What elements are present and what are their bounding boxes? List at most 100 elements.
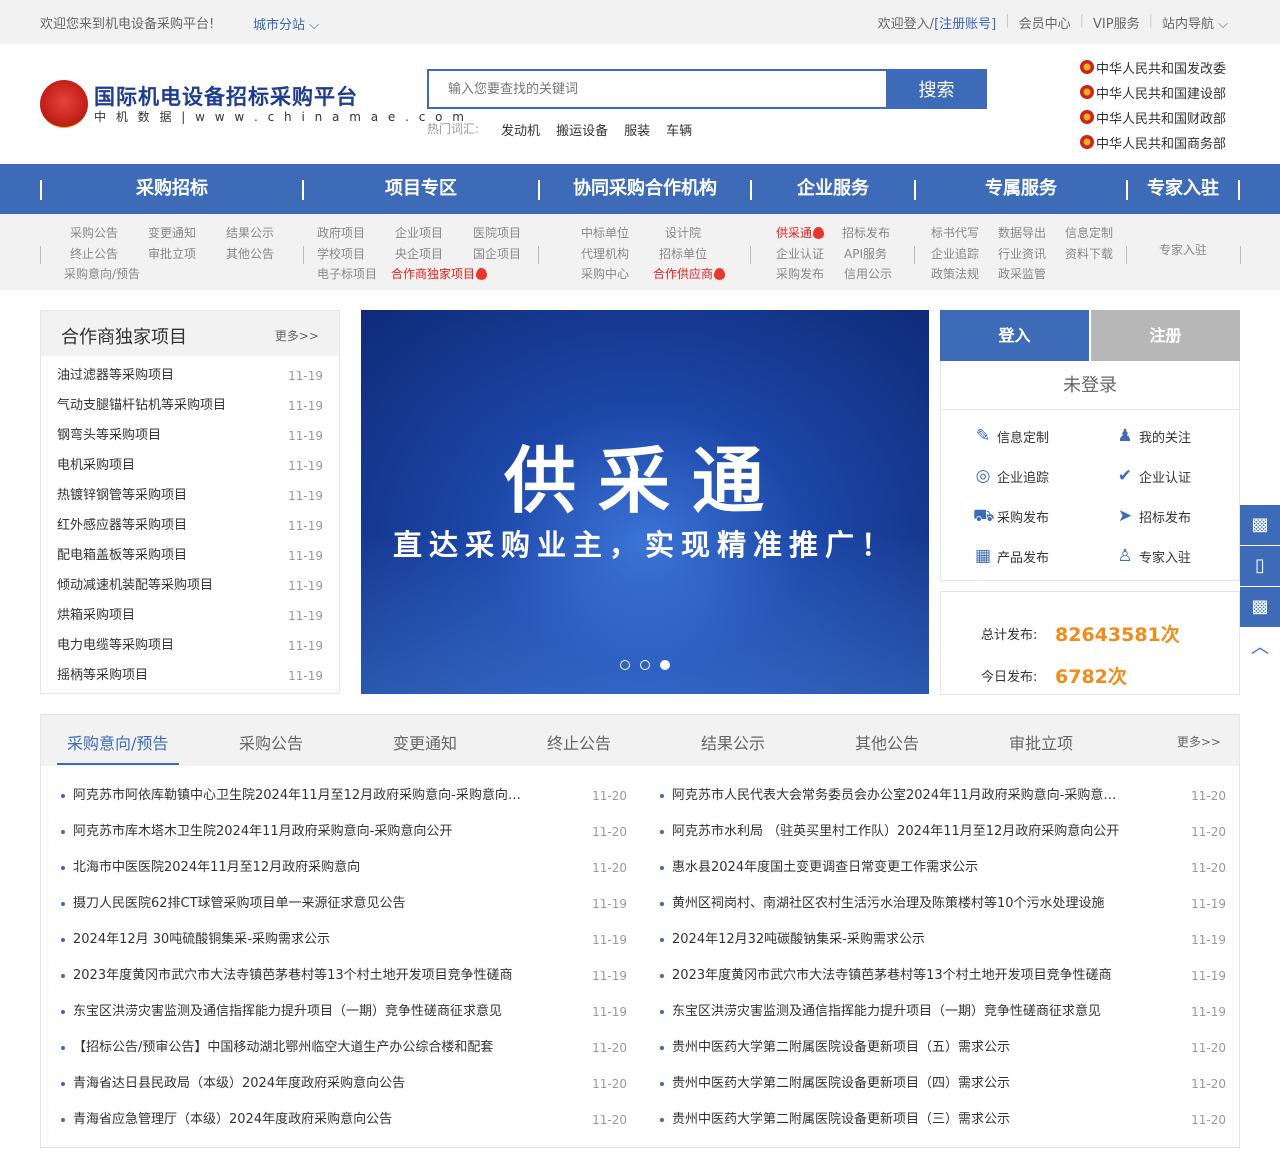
gov-link[interactable]: 中华人民共和国建设部 — [1080, 83, 1226, 102]
member-center-link[interactable]: 会员中心 — [1019, 13, 1071, 32]
carousel-dot[interactable] — [640, 660, 650, 670]
service-tender-publish[interactable]: ➤ 招标发布 — [1115, 506, 1191, 526]
subnav-link[interactable]: 企业认证 — [776, 245, 824, 262]
subnav-link[interactable]: 采购发布 — [776, 265, 824, 282]
more-link[interactable]: 更多>> — [275, 327, 319, 344]
notice-row[interactable]: 贵州中医药大学第二附属医院设备更新项目（四）需求公示 11-20 — [656, 1066, 1226, 1102]
site-nav-link[interactable]: 站内导航 ⌵ — [1162, 13, 1228, 32]
subnav-link[interactable]: 政府项目 — [317, 224, 365, 241]
notice-row[interactable]: 2023年度黄冈市武穴市大法寺镇芭茅巷村等13个村土地开发项目竞争性磋商 11-1… — [656, 958, 1226, 994]
notice-row[interactable]: 2024年12月32吨碳酸钠集采-采购需求公示 11-19 — [656, 922, 1226, 958]
notice-row[interactable]: 东宝区洪涝灾害监测及通信指挥能力提升项目（一期）竞争性磋商征求意见 11-19 — [57, 994, 627, 1030]
vip-service-link[interactable]: VIP服务 — [1093, 13, 1140, 32]
list-item[interactable]: 烘箱采购项目 11-19 — [41, 601, 339, 631]
notice-row[interactable]: 阿克苏市阿依库勒镇中心卫生院2024年11月至12月政府采购意向-采购意向公开 1… — [57, 778, 627, 814]
list-item[interactable]: 气动支腿锚杆钻机等采购项目 11-19 — [41, 391, 339, 421]
nav-item-experts[interactable]: 专家入驻 — [1128, 164, 1238, 214]
subnav-link-hot[interactable]: 合作供应商 — [653, 265, 726, 282]
notice-row[interactable]: 摄刀人民医院62排CT球管采购项目单一来源征求意见公告 11-19 — [57, 886, 627, 922]
subnav-link[interactable]: 审批立项 — [148, 245, 196, 262]
notice-row[interactable]: 青海省应急管理厅（本级）2024年度政府采购意向公告 11-20 — [57, 1102, 627, 1138]
subnav-link[interactable]: 数据导出 — [998, 224, 1046, 241]
list-item[interactable]: 摇柄等采购项目 11-19 — [41, 661, 339, 691]
notice-row[interactable]: 阿克苏市人民代表大会常务委员会办公室2024年11月政府采购意向-采购意向公开 1… — [656, 778, 1226, 814]
list-item[interactable]: 倾动减速机装配等采购项目 11-19 — [41, 571, 339, 601]
site-logo[interactable]: 国际机电设备招标采购平台 中 机 数 据 | w w w . c h i n a… — [40, 80, 467, 128]
subnav-link[interactable]: 专家入驻 — [1159, 241, 1207, 258]
login-tab[interactable]: 登入 — [940, 310, 1089, 361]
subnav-link[interactable]: 采购公告 — [70, 224, 118, 241]
tab-announcement[interactable]: 采购公告 — [239, 730, 303, 754]
subnav-link[interactable]: 政采监管 — [998, 265, 1046, 282]
notice-row[interactable]: 北海市中医医院2024年11月至12月政府采购意向 11-20 — [57, 850, 627, 886]
tab-change[interactable]: 变更通知 — [393, 730, 457, 754]
nav-item-projects[interactable]: 项目专区 — [304, 164, 538, 214]
search-button[interactable]: 搜索 — [886, 69, 987, 109]
subnav-link[interactable]: 央企项目 — [395, 245, 443, 262]
subnav-link[interactable]: 招标单位 — [659, 245, 707, 262]
list-item[interactable]: 电力电缆等采购项目 11-19 — [41, 631, 339, 661]
subnav-link[interactable]: 结果公示 — [226, 224, 274, 241]
subnav-link[interactable]: 资料下载 — [1065, 245, 1113, 262]
gov-link[interactable]: 中华人民共和国发改委 — [1080, 58, 1226, 77]
hot-word[interactable]: 服装 — [624, 120, 650, 139]
service-expert-join[interactable]: ♙ 专家入驻 — [1115, 546, 1191, 566]
notice-row[interactable]: 阿克苏市水利局 （驻英买里村工作队）2024年11月至12月政府采购意向公开 11… — [656, 814, 1226, 850]
list-item[interactable]: 钢弯头等采购项目 11-19 — [41, 421, 339, 451]
login-link[interactable]: 欢迎登入/ — [878, 13, 934, 32]
subnav-link[interactable]: 代理机构 — [581, 245, 629, 262]
subnav-link-hot[interactable]: 供采通 — [776, 224, 825, 241]
list-item[interactable]: 配电箱盖板等采购项目 11-19 — [41, 541, 339, 571]
notice-row[interactable]: 贵州中医药大学第二附属医院设备更新项目（五）需求公示 11-20 — [656, 1030, 1226, 1066]
subnav-link[interactable]: 其他公告 — [226, 245, 274, 262]
subnav-link[interactable]: 信息定制 — [1065, 224, 1113, 241]
subnav-link[interactable]: 采购中心 — [581, 265, 629, 282]
register-tab[interactable]: 注册 — [1091, 310, 1240, 361]
notice-row[interactable]: 惠水县2024年度国土变更调查日常变更工作需求公示 11-20 — [656, 850, 1226, 886]
notice-row[interactable]: 青海省达日县民政局（本级）2024年度政府采购意向公告 11-20 — [57, 1066, 627, 1102]
hot-word[interactable]: 发动机 — [501, 120, 540, 139]
subnav-link[interactable]: 标书代写 — [931, 224, 979, 241]
service-company-track[interactable]: ◎ 企业追踪 — [973, 466, 1049, 486]
service-info-customize[interactable]: ✎ 信息定制 — [973, 426, 1049, 446]
back-to-top-icon[interactable]: ︿ — [1240, 628, 1280, 668]
list-item[interactable]: 热镀锌钢管等采购项目 11-19 — [41, 481, 339, 511]
subnav-link[interactable]: 医院项目 — [473, 224, 521, 241]
subnav-link[interactable]: 政策法规 — [931, 265, 979, 282]
service-product-publish[interactable]: ▦ 产品发布 — [973, 546, 1049, 566]
more-link[interactable]: 更多>> — [1177, 733, 1221, 750]
nav-item-enterprise[interactable]: 企业服务 — [752, 164, 914, 214]
subnav-link[interactable]: API服务 — [844, 245, 887, 262]
nav-item-procurement[interactable]: 采购招标 — [42, 164, 302, 214]
subnav-link[interactable]: 企业项目 — [395, 224, 443, 241]
notice-row[interactable]: 2024年12月 30吨硫酸铜集采-采购需求公示 11-19 — [57, 922, 627, 958]
subnav-link[interactable]: 学校项目 — [317, 245, 365, 262]
notice-row[interactable]: 【招标公告/预审公告】中国移动湖北鄂州临空大道生产办公综合楼和配套 11-20 — [57, 1030, 627, 1066]
gov-link[interactable]: 中华人民共和国商务部 — [1080, 133, 1226, 152]
notice-row[interactable]: 2023年度黄冈市武穴市大法寺镇芭茅巷村等13个村土地开发项目竞争性磋商 11-1… — [57, 958, 627, 994]
subnav-link[interactable]: 变更通知 — [148, 224, 196, 241]
tab-approval[interactable]: 审批立项 — [1009, 730, 1073, 754]
subnav-link[interactable]: 信用公示 — [844, 265, 892, 282]
nav-item-exclusive[interactable]: 专属服务 — [916, 164, 1126, 214]
carousel-dot-active[interactable] — [660, 660, 670, 670]
service-my-follow[interactable]: ♟ 我的关注 — [1115, 426, 1191, 446]
service-purchase-publish[interactable]: ⛟ 采购发布 — [973, 506, 1049, 526]
register-link[interactable]: [注册账号] — [934, 13, 996, 32]
tab-other[interactable]: 其他公告 — [855, 730, 919, 754]
notice-row[interactable]: 贵州中医药大学第二附属医院设备更新项目（三）需求公示 11-20 — [656, 1102, 1226, 1138]
service-company-verify[interactable]: ✔ 企业认证 — [1115, 466, 1191, 486]
city-branch-link[interactable]: 城市分站 ⌵ — [253, 14, 319, 33]
subnav-link[interactable]: 电子标项目 — [317, 265, 377, 282]
tab-termination[interactable]: 终止公告 — [547, 730, 611, 754]
subnav-link[interactable]: 行业资讯 — [998, 245, 1046, 262]
banner-carousel[interactable]: 供采通 直达采购业主，实现精准推广！ — [361, 310, 929, 694]
subnav-link[interactable]: 中标单位 — [581, 224, 629, 241]
hot-word[interactable]: 搬运设备 — [556, 120, 608, 139]
tab-result[interactable]: 结果公示 — [701, 730, 765, 754]
mobile-icon[interactable]: ▯ — [1240, 546, 1280, 586]
subnav-link[interactable]: 招标发布 — [842, 224, 890, 241]
hot-word[interactable]: 车辆 — [666, 120, 692, 139]
carousel-dot[interactable] — [620, 660, 630, 670]
qr-code-icon[interactable]: ▩ — [1240, 505, 1280, 545]
